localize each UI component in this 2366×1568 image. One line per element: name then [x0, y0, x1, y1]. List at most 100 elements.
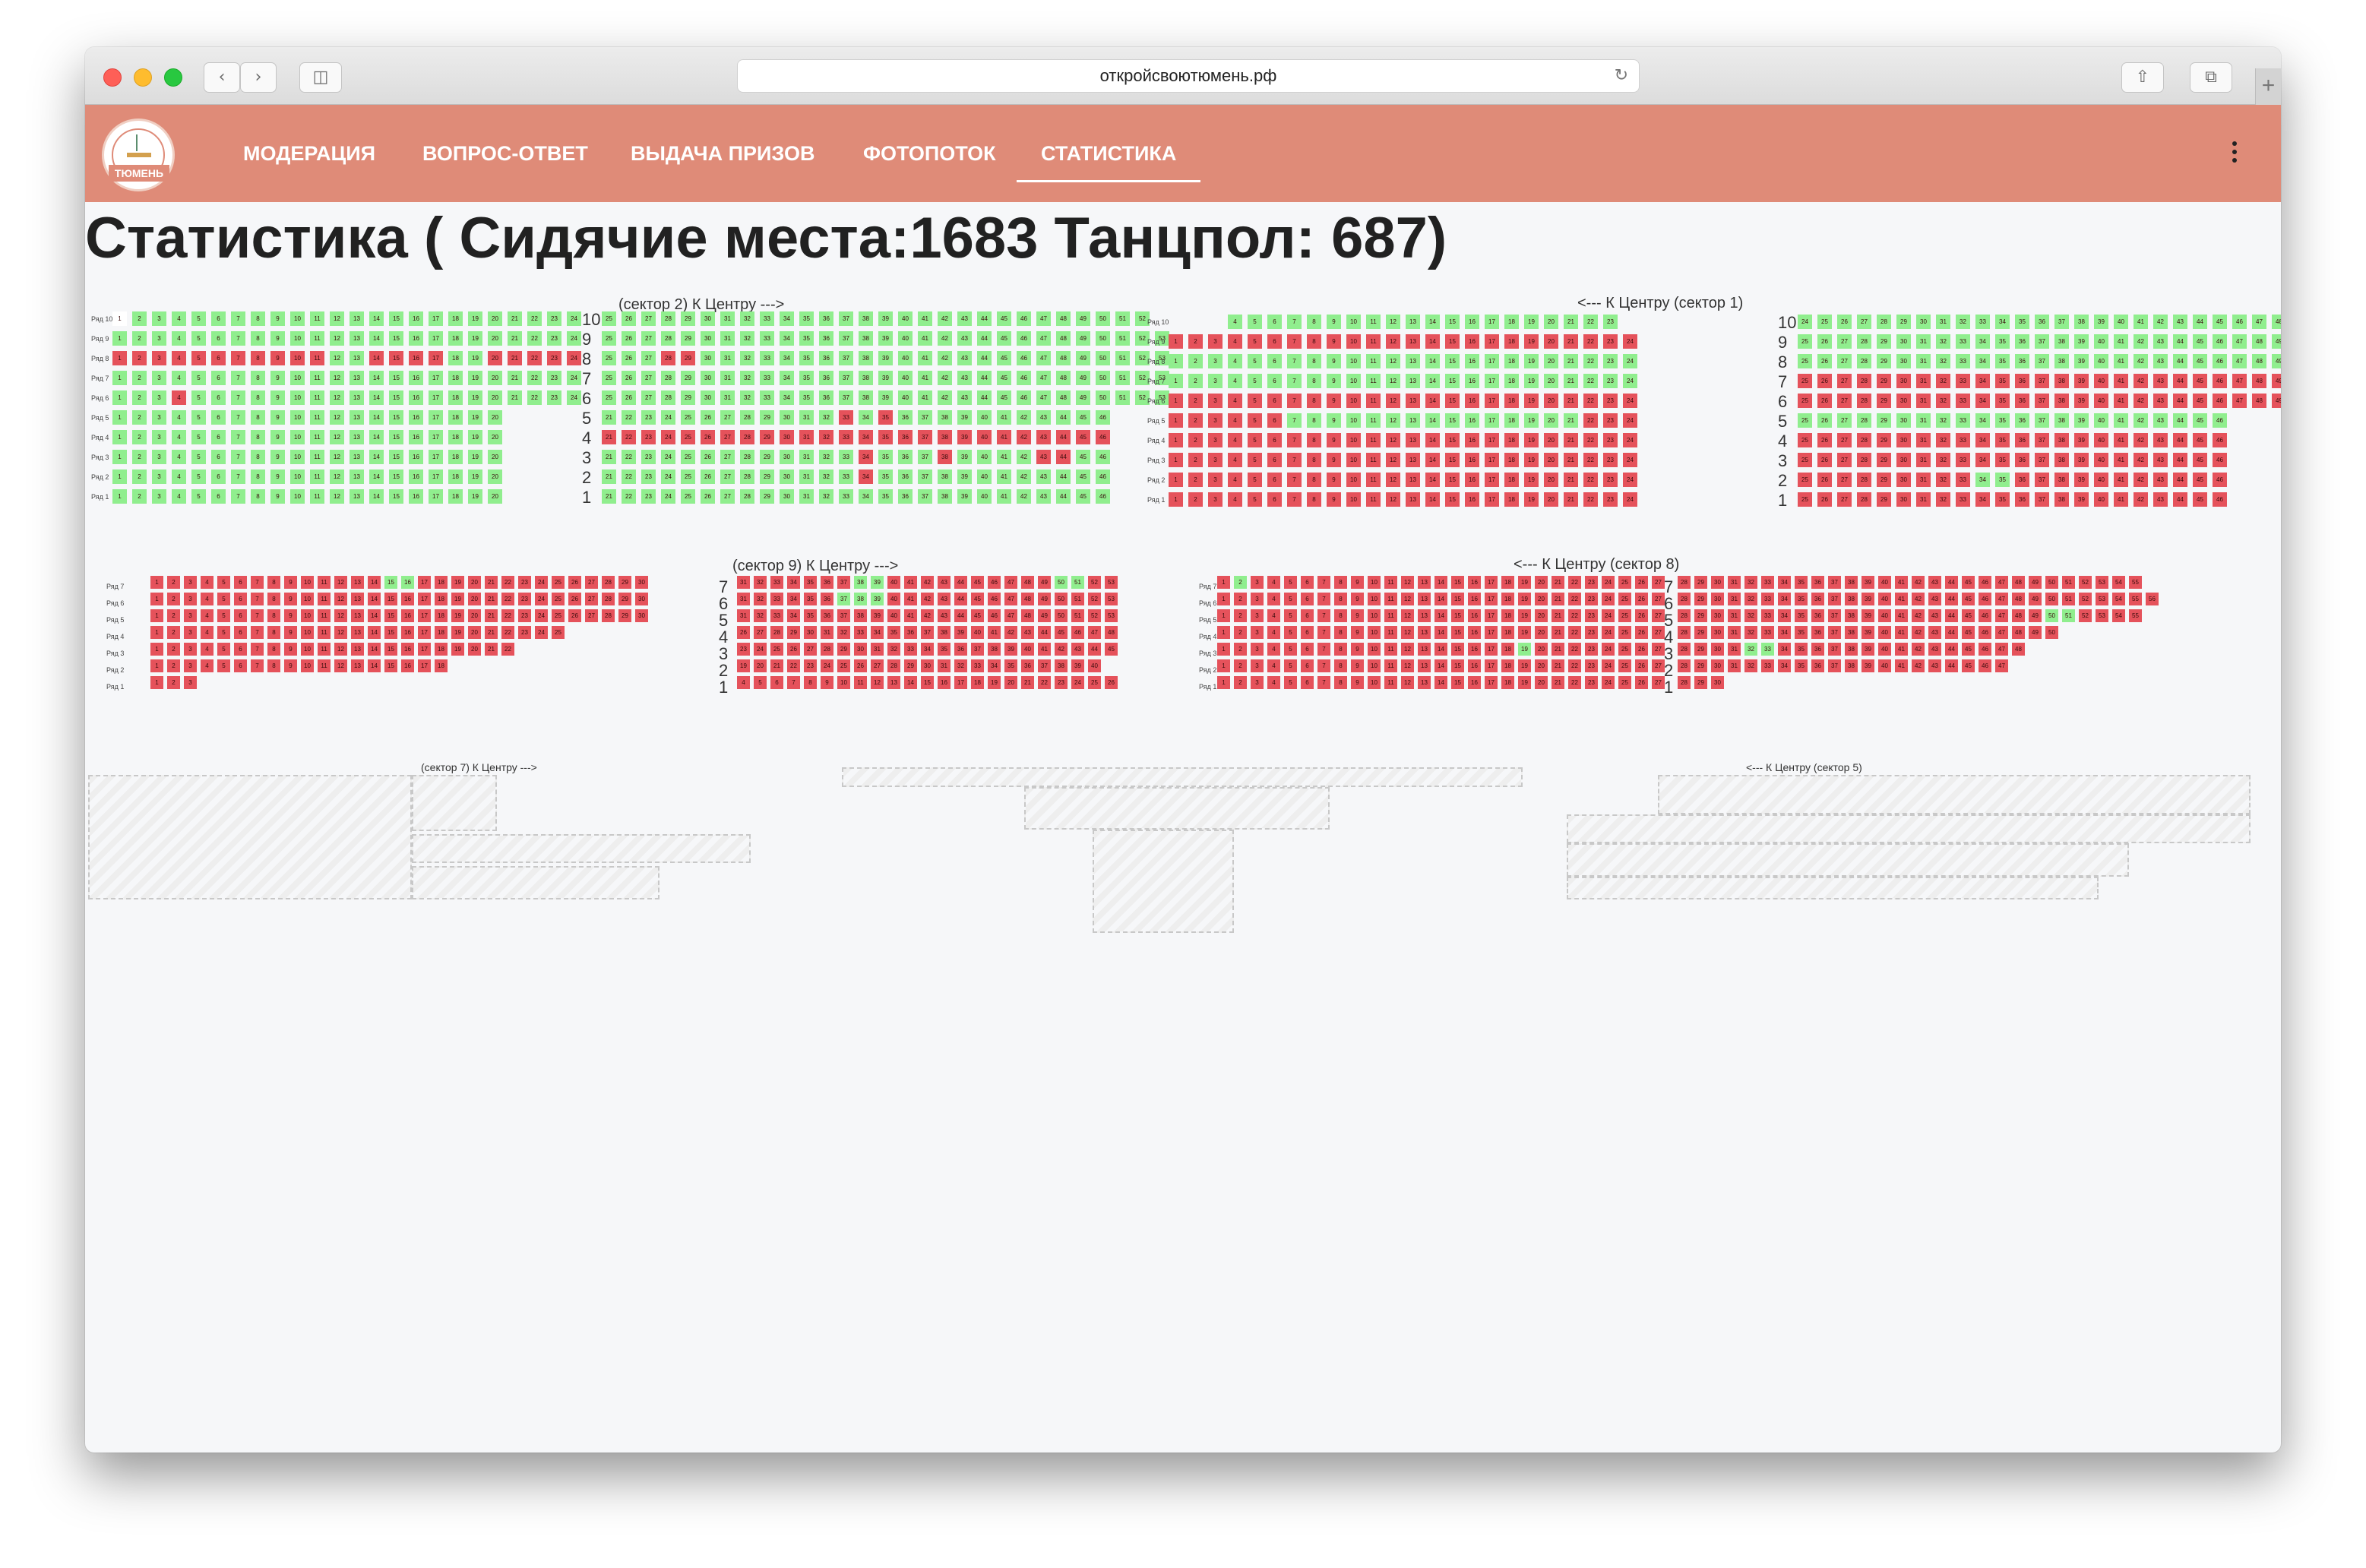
seat[interactable]: 50 [1096, 331, 1110, 346]
seat[interactable]: 2 [1188, 433, 1203, 447]
seat[interactable]: 14 [1434, 576, 1447, 589]
seat[interactable]: 20 [1544, 453, 1558, 467]
seat[interactable]: 16 [1465, 492, 1479, 507]
seat[interactable]: 46 [1979, 659, 1991, 672]
seat[interactable]: 34 [1778, 593, 1791, 605]
seat[interactable]: 4 [1267, 676, 1280, 689]
seat[interactable]: 40 [887, 593, 900, 605]
seat[interactable]: 25 [1798, 334, 1812, 349]
seat[interactable]: 39 [2074, 374, 2089, 388]
seat[interactable]: 1 [112, 469, 127, 484]
seat[interactable]: 3 [152, 410, 166, 425]
seat[interactable]: 1 [1217, 659, 1230, 672]
seat[interactable]: 14 [1425, 394, 1440, 408]
seat[interactable]: 29 [760, 410, 774, 425]
seat[interactable]: 11 [1384, 576, 1397, 589]
seat[interactable]: 20 [1535, 576, 1548, 589]
seat[interactable]: 46 [988, 593, 1001, 605]
seat[interactable]: 18 [435, 609, 448, 622]
seat[interactable]: 36 [1811, 593, 1824, 605]
seat[interactable]: 2 [1234, 626, 1247, 639]
seat[interactable]: 48 [1056, 371, 1071, 385]
seat[interactable]: 38 [938, 450, 952, 464]
seat[interactable]: 7 [1287, 433, 1302, 447]
seat[interactable]: 37 [1828, 609, 1841, 622]
seat[interactable]: 10 [301, 609, 314, 622]
seat[interactable]: 31 [938, 659, 951, 672]
seat[interactable]: 12 [1401, 676, 1414, 689]
seat[interactable]: 26 [1635, 643, 1648, 656]
seat[interactable]: 23 [547, 311, 561, 326]
seat[interactable]: 46 [2213, 473, 2227, 487]
seat[interactable]: 28 [1678, 609, 1691, 622]
seat[interactable]: 15 [389, 331, 403, 346]
seat[interactable]: 22 [1568, 643, 1581, 656]
seat[interactable]: 33 [839, 469, 853, 484]
seat[interactable]: 42 [1912, 609, 1925, 622]
seat[interactable]: 3 [1251, 676, 1264, 689]
seat[interactable]: 20 [488, 489, 502, 504]
seat[interactable]: 44 [2173, 473, 2187, 487]
seat[interactable]: 42 [1055, 643, 1068, 656]
seat[interactable]: 3 [152, 390, 166, 405]
seat[interactable]: 6 [234, 626, 247, 639]
seat[interactable]: 26 [1817, 492, 1832, 507]
seat[interactable]: 7 [1287, 334, 1302, 349]
seat[interactable]: 29 [760, 430, 774, 444]
seat[interactable]: 2 [1234, 576, 1247, 589]
seat[interactable]: 44 [1088, 643, 1101, 656]
seat[interactable]: 28 [887, 659, 900, 672]
seat[interactable]: 20 [488, 311, 502, 326]
seat[interactable]: 34 [871, 626, 884, 639]
seat[interactable]: 26 [1817, 433, 1832, 447]
seat[interactable]: 24 [661, 469, 675, 484]
seat[interactable]: 1 [150, 593, 163, 605]
seat[interactable]: 11 [310, 469, 324, 484]
seat[interactable]: 8 [1334, 576, 1347, 589]
seat[interactable]: 23 [641, 410, 656, 425]
seat[interactable]: 10 [290, 371, 305, 385]
seat[interactable]: 8 [1307, 334, 1321, 349]
seat[interactable]: 11 [1384, 609, 1397, 622]
seat[interactable]: 34 [859, 489, 873, 504]
seat[interactable]: 10 [1346, 413, 1361, 428]
seat[interactable]: 44 [977, 311, 992, 326]
seat[interactable]: 23 [547, 331, 561, 346]
seat[interactable]: 29 [787, 626, 800, 639]
seat[interactable]: 4 [201, 593, 214, 605]
seat[interactable]: 19 [451, 626, 464, 639]
seat[interactable]: 11 [318, 659, 331, 672]
seat[interactable]: 19 [1524, 334, 1539, 349]
seat[interactable]: 40 [1878, 576, 1891, 589]
seat[interactable]: 38 [1845, 609, 1858, 622]
seat[interactable]: 15 [1445, 354, 1460, 368]
seat[interactable]: 10 [1346, 492, 1361, 507]
seat[interactable]: 38 [2074, 315, 2089, 329]
seat[interactable]: 15 [1445, 492, 1460, 507]
seat[interactable]: 2 [1188, 413, 1203, 428]
seat[interactable]: 43 [957, 311, 972, 326]
seat[interactable]: 31 [1916, 473, 1931, 487]
seat[interactable]: 22 [527, 371, 542, 385]
seat[interactable]: 27 [641, 371, 656, 385]
seat[interactable]: 37 [918, 450, 932, 464]
seat[interactable]: 2 [132, 331, 147, 346]
seat[interactable]: 48 [2252, 334, 2266, 349]
seat[interactable]: 12 [1386, 394, 1400, 408]
seat[interactable]: 15 [1445, 334, 1460, 349]
seat[interactable]: 46 [2213, 334, 2227, 349]
minimize-window-icon[interactable] [134, 68, 152, 87]
seat[interactable]: 48 [2272, 315, 2281, 329]
seat[interactable]: 24 [1602, 576, 1615, 589]
seat[interactable]: 18 [435, 626, 448, 639]
seat[interactable]: 35 [1795, 576, 1808, 589]
seat[interactable]: 34 [787, 609, 800, 622]
seat[interactable]: 8 [251, 331, 265, 346]
seat[interactable]: 9 [1327, 453, 1341, 467]
seat[interactable]: 9 [1351, 626, 1364, 639]
seat[interactable]: 30 [701, 331, 715, 346]
seat[interactable]: 29 [837, 643, 850, 656]
seat[interactable]: 46 [1096, 489, 1110, 504]
seat[interactable]: 33 [760, 351, 774, 365]
seat[interactable]: 14 [369, 390, 384, 405]
